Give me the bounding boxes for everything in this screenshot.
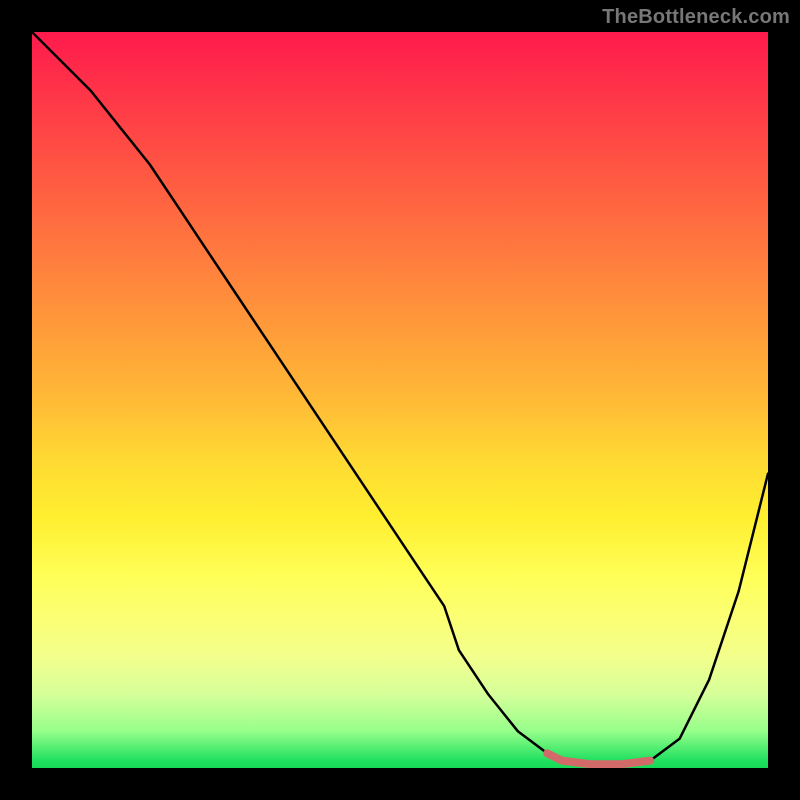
- trough-highlight-line: [547, 753, 650, 764]
- curve-line: [32, 32, 768, 764]
- chart-frame: TheBottleneck.com: [0, 0, 800, 800]
- plot-area: [32, 32, 768, 768]
- chart-svg: [32, 32, 768, 768]
- watermark-text: TheBottleneck.com: [602, 6, 790, 29]
